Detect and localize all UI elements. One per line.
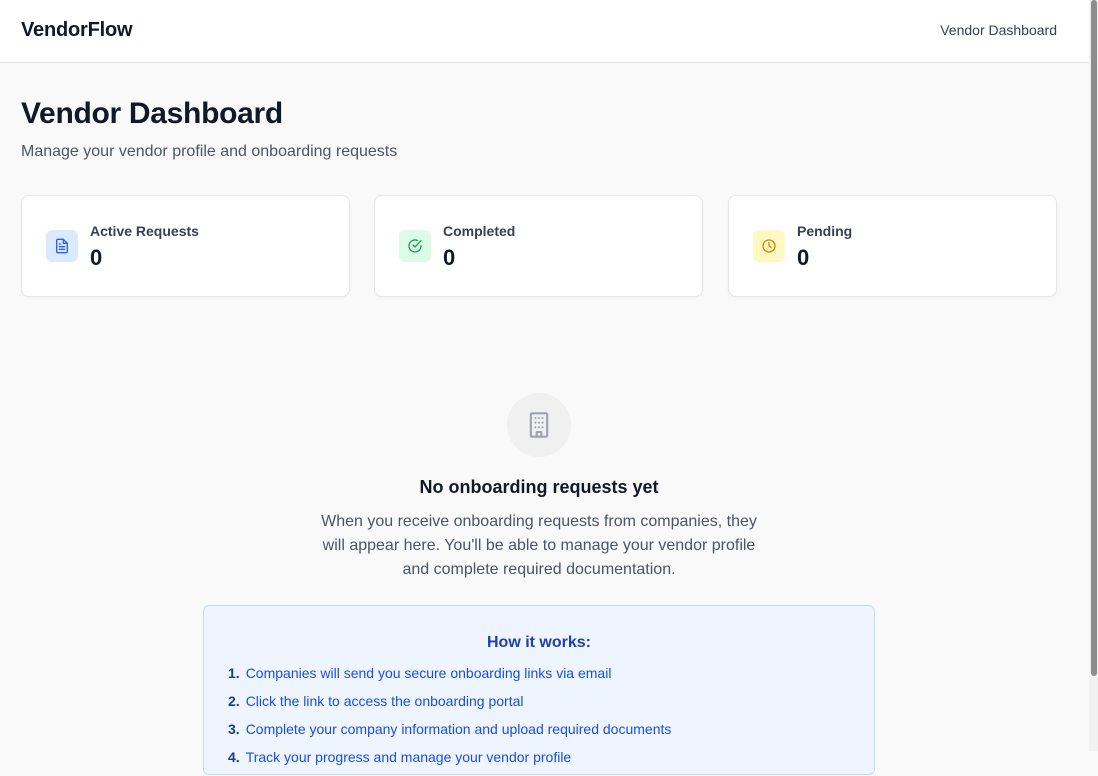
step-number: 3. (228, 721, 240, 737)
step-number: 4. (228, 749, 240, 765)
stat-card-active-requests: Active Requests 0 (21, 195, 350, 297)
nav-link-vendor-dashboard[interactable]: Vendor Dashboard (940, 22, 1057, 38)
building-icon (507, 393, 571, 457)
top-navbar: VendorFlow Vendor Dashboard (0, 0, 1089, 63)
check-circle-icon (399, 230, 431, 262)
step-text: Companies will send you secure onboardin… (245, 665, 612, 681)
stat-label: Completed (443, 223, 516, 239)
document-icon (46, 230, 78, 262)
empty-state-title: No onboarding requests yet (419, 477, 659, 497)
step-item: 1. Companies will send you secure onboard… (228, 664, 671, 692)
step-item: 3. Complete your company information and … (228, 720, 671, 748)
stat-card-pending: Pending 0 (728, 195, 1057, 297)
step-text: Complete your company information and up… (245, 721, 672, 737)
how-it-works-steps: 1. Companies will send you secure onboard… (228, 664, 671, 776)
step-item: 2. Click the link to access the onboardin… (228, 692, 671, 720)
page-subtitle: Manage your vendor profile and onboardin… (21, 143, 398, 160)
empty-state-description: When you receive onboarding requests fro… (321, 513, 757, 578)
step-number: 1. (228, 665, 240, 681)
how-it-works-title: How it works: (486, 634, 591, 651)
scrollbar-thumb[interactable] (1091, 0, 1097, 676)
how-it-works-panel: How it works: 1. Companies will send you … (203, 605, 875, 775)
step-text: Click the link to access the onboarding … (245, 693, 524, 709)
clock-icon (753, 230, 785, 262)
brand-logo[interactable]: VendorFlow (21, 19, 133, 42)
stat-value: 0 (90, 245, 103, 270)
stat-card-completed: Completed 0 (374, 195, 703, 297)
step-item: 4. Track your progress and manage your ve… (228, 748, 671, 776)
step-text: Track your progress and manage your vend… (245, 749, 572, 765)
step-number: 2. (228, 693, 240, 709)
stat-label: Pending (797, 223, 853, 239)
stat-value: 0 (797, 245, 810, 270)
stat-value: 0 (443, 245, 456, 270)
page-title: Vendor Dashboard (21, 97, 283, 130)
stat-label: Active Requests (90, 223, 199, 239)
